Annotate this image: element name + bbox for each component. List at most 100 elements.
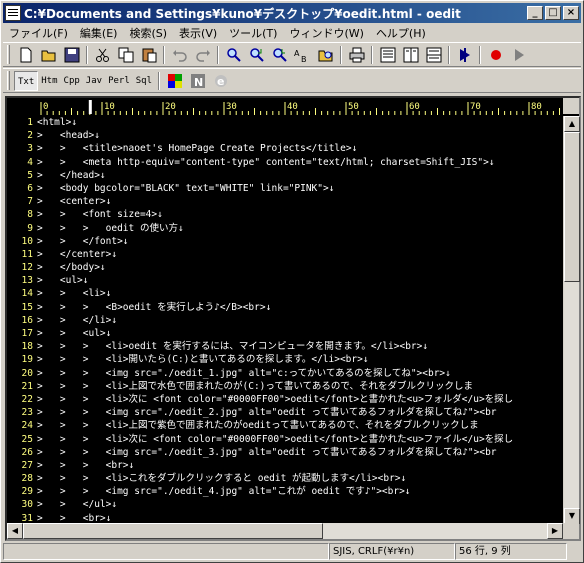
lang-sql-button[interactable]: Sql <box>133 71 155 91</box>
editor-line[interactable]: 30 > > </ul>↓ <box>7 498 563 511</box>
editor-line[interactable]: 12 > </body>↓ <box>7 261 563 274</box>
line-text[interactable]: > > </ul>↓ <box>37 498 117 511</box>
line-text[interactable]: > <body bgcolor="BLACK" text="WHITE" lin… <box>37 182 334 195</box>
redo-icon[interactable] <box>191 44 214 66</box>
editor-line[interactable]: 15 > > > <B>oedit を実行しよう♪</B><br>↓ <box>7 301 563 314</box>
maximize-button[interactable]: □ <box>545 6 561 20</box>
line-text[interactable]: > > </font>↓ <box>37 235 129 248</box>
lang-jav-button[interactable]: Jav <box>83 71 105 91</box>
scroll-left-arrow-icon[interactable]: ◀ <box>7 523 23 539</box>
line-text[interactable]: <html>↓ <box>37 116 77 129</box>
line-text[interactable]: > > > <img src="./oedit_4.jpg" alt="これが … <box>37 485 411 498</box>
menu-view[interactable]: 表示(V) <box>173 25 223 41</box>
editor-line[interactable]: 4 > > <meta http-equiv="content-type" con… <box>7 156 563 169</box>
editor-line[interactable]: 3 > > <title>naoet's HomePage Create Proj… <box>7 142 563 155</box>
line-text[interactable]: > > > <li>上図で紫色で囲まれたのがoeditって書いてあるので、それを… <box>37 419 479 432</box>
scroll-right-arrow-icon[interactable]: ▶ <box>547 523 563 539</box>
editor-line[interactable]: 7 > <center>↓ <box>7 195 563 208</box>
line-text[interactable]: > </head>↓ <box>37 169 106 182</box>
editor-line[interactable]: 6 > <body bgcolor="BLACK" text="WHITE" li… <box>7 182 563 195</box>
cut-icon[interactable] <box>91 44 114 66</box>
lang-htm-button[interactable]: Htm <box>38 71 60 91</box>
view-horizontal-icon[interactable] <box>422 44 445 66</box>
line-text[interactable]: > > </li>↓ <box>37 314 117 327</box>
line-text[interactable]: > > > <li>開いたら(C:)と書いてあるのを探します。</li><br>… <box>37 353 369 366</box>
lang-txt-button[interactable]: Txt <box>14 70 39 91</box>
editor-line[interactable]: 2 > <head>↓ <box>7 129 563 142</box>
find-next-icon[interactable] <box>245 44 268 66</box>
play-macro-icon[interactable] <box>507 44 530 66</box>
line-text[interactable]: > > <meta http-equiv="content-type" cont… <box>37 156 495 169</box>
toolbar-grip[interactable] <box>7 45 10 64</box>
editor-line[interactable]: 5 > </head>↓ <box>7 169 563 182</box>
line-text[interactable]: > > <title>naoet's HomePage Create Proje… <box>37 142 357 155</box>
new-file-icon[interactable] <box>14 44 37 66</box>
menu-file[interactable]: ファイル(F) <box>3 25 74 41</box>
scroll-up-arrow-icon[interactable]: ▲ <box>564 116 580 132</box>
paste-icon[interactable] <box>137 44 160 66</box>
editor-line[interactable]: 29 > > > <img src="./oedit_4.jpg" alt="これ… <box>7 485 563 498</box>
line-text[interactable]: > > <li>↓ <box>37 287 111 300</box>
editor-line[interactable]: 9 > > > oedit の使い方↓ <box>7 222 563 235</box>
editor-line[interactable]: 22 > > > <li>次に <font color="#0000FF00">o… <box>7 393 563 406</box>
editor-line[interactable]: 1 <html>↓ <box>7 116 563 129</box>
record-macro-icon[interactable] <box>484 44 507 66</box>
line-text[interactable]: > > <ul>↓ <box>37 327 111 340</box>
line-text[interactable]: > > > <B>oedit を実行しよう♪</B><br>↓ <box>37 301 271 314</box>
copy-icon[interactable] <box>114 44 137 66</box>
undo-icon[interactable] <box>168 44 191 66</box>
menu-tools[interactable]: ツール(T) <box>223 25 283 41</box>
line-text[interactable]: > </center>↓ <box>37 248 117 261</box>
menu-edit[interactable]: 編集(E) <box>74 25 124 41</box>
view-split-icon[interactable] <box>399 44 422 66</box>
lang-cpp-button[interactable]: Cpp <box>61 71 83 91</box>
editor-line[interactable]: 14 > > <li>↓ <box>7 287 563 300</box>
text-area[interactable]: 1 <html>↓ 2 > <head>↓ 3 > > <title>naoet's Ho… <box>7 116 563 524</box>
minimize-button[interactable]: _ <box>527 6 543 20</box>
editor-line[interactable]: 23 > > > <img src="./oedit_2.jpg" alt="oe… <box>7 406 563 419</box>
editor-line[interactable]: 10 > > </font>↓ <box>7 235 563 248</box>
editor-line[interactable]: 27 > > > <br>↓ <box>7 459 563 472</box>
n-icon[interactable]: N <box>186 70 209 92</box>
scroll-down-arrow-icon[interactable]: ▼ <box>564 508 580 524</box>
lang-perl-button[interactable]: Perl <box>105 71 133 91</box>
editor-line[interactable]: 20 > > > <img src="./oedit_1.jpg" alt="c:… <box>7 367 563 380</box>
line-text[interactable]: > > > <li>上図で水色で囲まれたのが(C:)って書いてあるので、それをダ… <box>37 380 473 393</box>
editor-line[interactable]: 21 > > > <li>上図で水色で囲まれたのが(C:)って書いてあるので、それ… <box>7 380 563 393</box>
editor-line[interactable]: 25 > > > <li>次に <font color="#0000FF00">o… <box>7 433 563 446</box>
line-text[interactable]: > > > <li>oedit を実行するには、マイコンピュータを開きます。</… <box>37 340 428 353</box>
view-single-icon[interactable] <box>376 44 399 66</box>
editor-line[interactable]: 11 > </center>↓ <box>7 248 563 261</box>
editor-line[interactable]: 17 > > <ul>↓ <box>7 327 563 340</box>
line-text[interactable]: > > <font size=4>↓ <box>37 208 163 221</box>
open-folder-icon[interactable] <box>37 44 60 66</box>
line-text[interactable]: > > > <br>↓ <box>37 459 134 472</box>
color-palette-icon[interactable] <box>163 70 186 92</box>
save-icon[interactable] <box>60 44 83 66</box>
line-text[interactable]: > <center>↓ <box>37 195 111 208</box>
editor-line[interactable]: 18 > > > <li>oedit を実行するには、マイコンピュータを開きます。… <box>7 340 563 353</box>
line-text[interactable]: > <head>↓ <box>37 129 100 142</box>
editor-line[interactable]: 24 > > > <li>上図で紫色で囲まれたのがoeditって書いてあるので、そ… <box>7 419 563 432</box>
toolbar-grip[interactable] <box>7 71 10 90</box>
line-text[interactable]: > > > <img src="./oedit_1.jpg" alt="c:って… <box>37 367 451 380</box>
line-text[interactable]: > > > <img src="./oedit_3.jpg" alt="oedi… <box>37 446 497 459</box>
print-icon[interactable] <box>345 44 368 66</box>
menu-help[interactable]: ヘルプ(H) <box>370 25 432 41</box>
line-text[interactable]: > <ul>↓ <box>37 274 88 287</box>
line-text[interactable]: > > > <li>これをダブルクリックすると oedit が起動します</li… <box>37 472 406 485</box>
ie-browser-icon[interactable]: e <box>209 70 232 92</box>
vertical-scroll-thumb[interactable] <box>564 132 580 282</box>
editor-line[interactable]: 28 > > > <li>これをダブルクリックすると oedit が起動します</… <box>7 472 563 485</box>
line-text[interactable]: > > > oedit の使い方↓ <box>37 222 184 235</box>
editor-line[interactable]: 26 > > > <img src="./oedit_3.jpg" alt="oe… <box>7 446 563 459</box>
editor-pane[interactable]: 0 10 20 30 40 50 60 70 80 1 <html>↓ 2 > <head>↓ 3 > >… <box>5 96 581 541</box>
menu-search[interactable]: 検索(S) <box>123 25 173 41</box>
oedit-app-icon[interactable] <box>5 5 21 21</box>
horizontal-scroll-thumb[interactable] <box>23 523 323 539</box>
menu-window[interactable]: ウィンドウ(W) <box>283 25 369 41</box>
editor-line[interactable]: 19 > > > <li>開いたら(C:)と書いてあるのを探します。</li><b… <box>7 353 563 366</box>
find-prev-icon[interactable] <box>268 44 291 66</box>
replace-icon[interactable]: AB <box>291 44 314 66</box>
vertical-scrollbar[interactable]: ▲ ▼ <box>563 116 580 524</box>
